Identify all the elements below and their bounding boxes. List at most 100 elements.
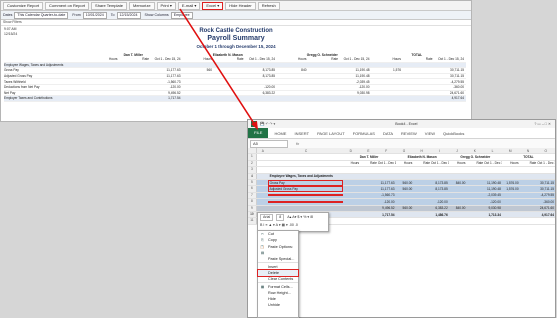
col-letter[interactable]: C: [269, 149, 343, 153]
col-letter[interactable]: M: [502, 149, 520, 153]
cell[interactable]: -2,039.45: [484, 193, 502, 197]
cell[interactable]: -360.00: [537, 200, 555, 204]
menu-item-icon: [260, 291, 265, 295]
cell[interactable]: 11,177.63: [378, 187, 396, 191]
ribbon-tab[interactable]: DATA: [379, 131, 397, 136]
cell[interactable]: 30,711.15: [537, 181, 555, 185]
col-letter[interactable]: I: [431, 149, 449, 153]
ribbon-tab[interactable]: QuickBooks: [439, 131, 468, 136]
table-cell: -120.00: [169, 85, 181, 90]
toolbar-button[interactable]: E-mail ▾: [177, 1, 201, 10]
context-menu-item[interactable]: Insert: [258, 262, 298, 269]
show-filters-link[interactable]: Show Filters: [1, 20, 471, 26]
cell[interactable]: 1,576.00: [502, 181, 520, 185]
cell[interactable]: 30,711.15: [537, 187, 555, 191]
cell[interactable]: 24,671.60: [537, 206, 555, 210]
cell[interactable]: 9,496.52: [378, 206, 396, 210]
row-number[interactable]: 5: [248, 179, 257, 186]
cell[interactable]: -4,279.55: [537, 193, 555, 197]
row-number[interactable]: 9: [248, 205, 257, 211]
font-size-dropdown[interactable]: 8: [276, 213, 285, 221]
cell[interactable]: 8,173.85: [431, 181, 449, 185]
col-letter[interactable]: L: [484, 149, 502, 153]
row-number[interactable]: 7: [248, 192, 257, 199]
row-number[interactable]: 4: [248, 173, 257, 179]
fx-icon[interactable]: fx: [296, 141, 299, 146]
toolbar-button[interactable]: Hide Header: [225, 1, 256, 10]
toolbar-button[interactable]: Print ▾: [156, 1, 176, 10]
report-toolbar: Customize Report Comment on Report Share T…: [1, 1, 471, 11]
table-row[interactable]: Employer Taxes and Contributions 1,717.54…: [4, 96, 466, 102]
excel-logo-icon: X: [251, 121, 257, 127]
cell[interactable]: -120.00: [431, 200, 449, 204]
cell[interactable]: 840.00: [449, 206, 467, 210]
row-number[interactable]: 8: [248, 199, 257, 205]
col-letter[interactable]: J: [449, 149, 467, 153]
dates-dropdown[interactable]: This Calendar Quarter-to-date: [14, 11, 69, 19]
corner-cell[interactable]: [248, 148, 257, 154]
row-label[interactable]: Gross Pay: [267, 179, 344, 186]
cell[interactable]: 1,576.00: [502, 187, 520, 191]
from-date-input[interactable]: 10/01/2024: [82, 11, 107, 19]
cell[interactable]: 840.00: [449, 181, 467, 185]
col-letter[interactable]: D: [342, 149, 360, 153]
row-number[interactable]: 11: [248, 218, 257, 224]
cell[interactable]: 6,383.22: [431, 206, 449, 210]
ribbon-tab[interactable]: PAGE LAYOUT: [313, 131, 349, 136]
row-number[interactable]: 2: [248, 160, 257, 167]
ribbon-tab[interactable]: HOME: [270, 131, 290, 136]
cell[interactable]: -120.00: [378, 200, 396, 204]
ribbon-tabs: FILE HOME INSERT PAGE LAYOUT FORMULAS DATA REV…: [248, 128, 555, 139]
col-letter[interactable]: N: [520, 149, 538, 153]
row-number[interactable]: 3: [248, 167, 257, 173]
show-columns-dropdown[interactable]: Employee: [170, 11, 193, 19]
cell[interactable]: 8,173.85: [431, 187, 449, 191]
name-box[interactable]: A5: [250, 139, 288, 148]
menu-item-icon: [260, 297, 265, 301]
toolbar-button[interactable]: Share Template: [91, 1, 127, 10]
to-date-input[interactable]: 12/15/2024: [116, 11, 141, 19]
ribbon-tab[interactable]: INSERT: [290, 131, 313, 136]
cell[interactable]: 11,177.63: [378, 181, 396, 185]
row-number[interactable]: 6: [248, 186, 257, 192]
cell[interactable]: 1,486.76: [431, 213, 449, 217]
col-letter[interactable]: A: [257, 149, 269, 153]
row-number[interactable]: 10: [248, 211, 257, 218]
toolbar-button[interactable]: Excel ▾: [202, 1, 224, 10]
col-letter[interactable]: F: [378, 149, 396, 153]
cell[interactable]: -120.00: [484, 200, 502, 204]
window-controls[interactable]: ? ▭ – □ ✕: [534, 122, 551, 126]
format-buttons-row2[interactable]: B I ≡ ▲ ▾ A ▾ ▦ ▾ .00 .0: [260, 223, 298, 227]
row-number[interactable]: 1: [248, 154, 257, 160]
cell[interactable]: 4,917.64: [537, 213, 555, 217]
quick-access-toolbar[interactable]: 💾 ↶ ↷ ▾: [260, 122, 275, 126]
cell[interactable]: 11,190.48: [484, 181, 502, 185]
col-letter[interactable]: E: [360, 149, 378, 153]
context-menu-item[interactable]: Unhide: [258, 302, 298, 308]
cell[interactable]: 9,030.98: [484, 206, 502, 210]
cell[interactable]: 560.00: [396, 187, 414, 191]
col-letter[interactable]: O: [537, 149, 555, 153]
context-menu-item[interactable]: ▦ Format Cells...: [258, 282, 298, 289]
row-label[interactable]: Employee Wages, Taxes and Adjustments: [269, 174, 343, 178]
cell[interactable]: 11,190.48: [484, 187, 502, 191]
ribbon-tab[interactable]: REVIEW: [397, 131, 421, 136]
font-name-dropdown[interactable]: Arial: [260, 213, 274, 221]
col-letter[interactable]: G: [396, 149, 414, 153]
cell[interactable]: 1,713.34: [484, 213, 502, 217]
toolbar-button[interactable]: Comment on Report: [45, 1, 90, 10]
cell[interactable]: 1,717.54: [378, 213, 396, 217]
ribbon-tab[interactable]: FORMULAS: [349, 131, 379, 136]
col-letter[interactable]: K: [466, 149, 484, 153]
toolbar-button[interactable]: Memorize: [128, 1, 155, 10]
ribbon-tab[interactable]: FILE: [248, 128, 269, 138]
ribbon-tab[interactable]: VIEW: [421, 131, 439, 136]
cell[interactable]: -1,560.73: [378, 193, 396, 197]
col-letter[interactable]: H: [413, 149, 431, 153]
cell[interactable]: 560.00: [396, 181, 414, 185]
cell[interactable]: 560.00: [396, 206, 414, 210]
toolbar-button[interactable]: Refresh: [257, 1, 280, 10]
format-buttons-row1[interactable]: A▴ A▾ $ ▾ % ▾ ⊞: [287, 215, 313, 219]
row-label[interactable]: Adjusted Gross Pay: [267, 186, 344, 193]
toolbar-button[interactable]: Customize Report: [3, 1, 44, 10]
